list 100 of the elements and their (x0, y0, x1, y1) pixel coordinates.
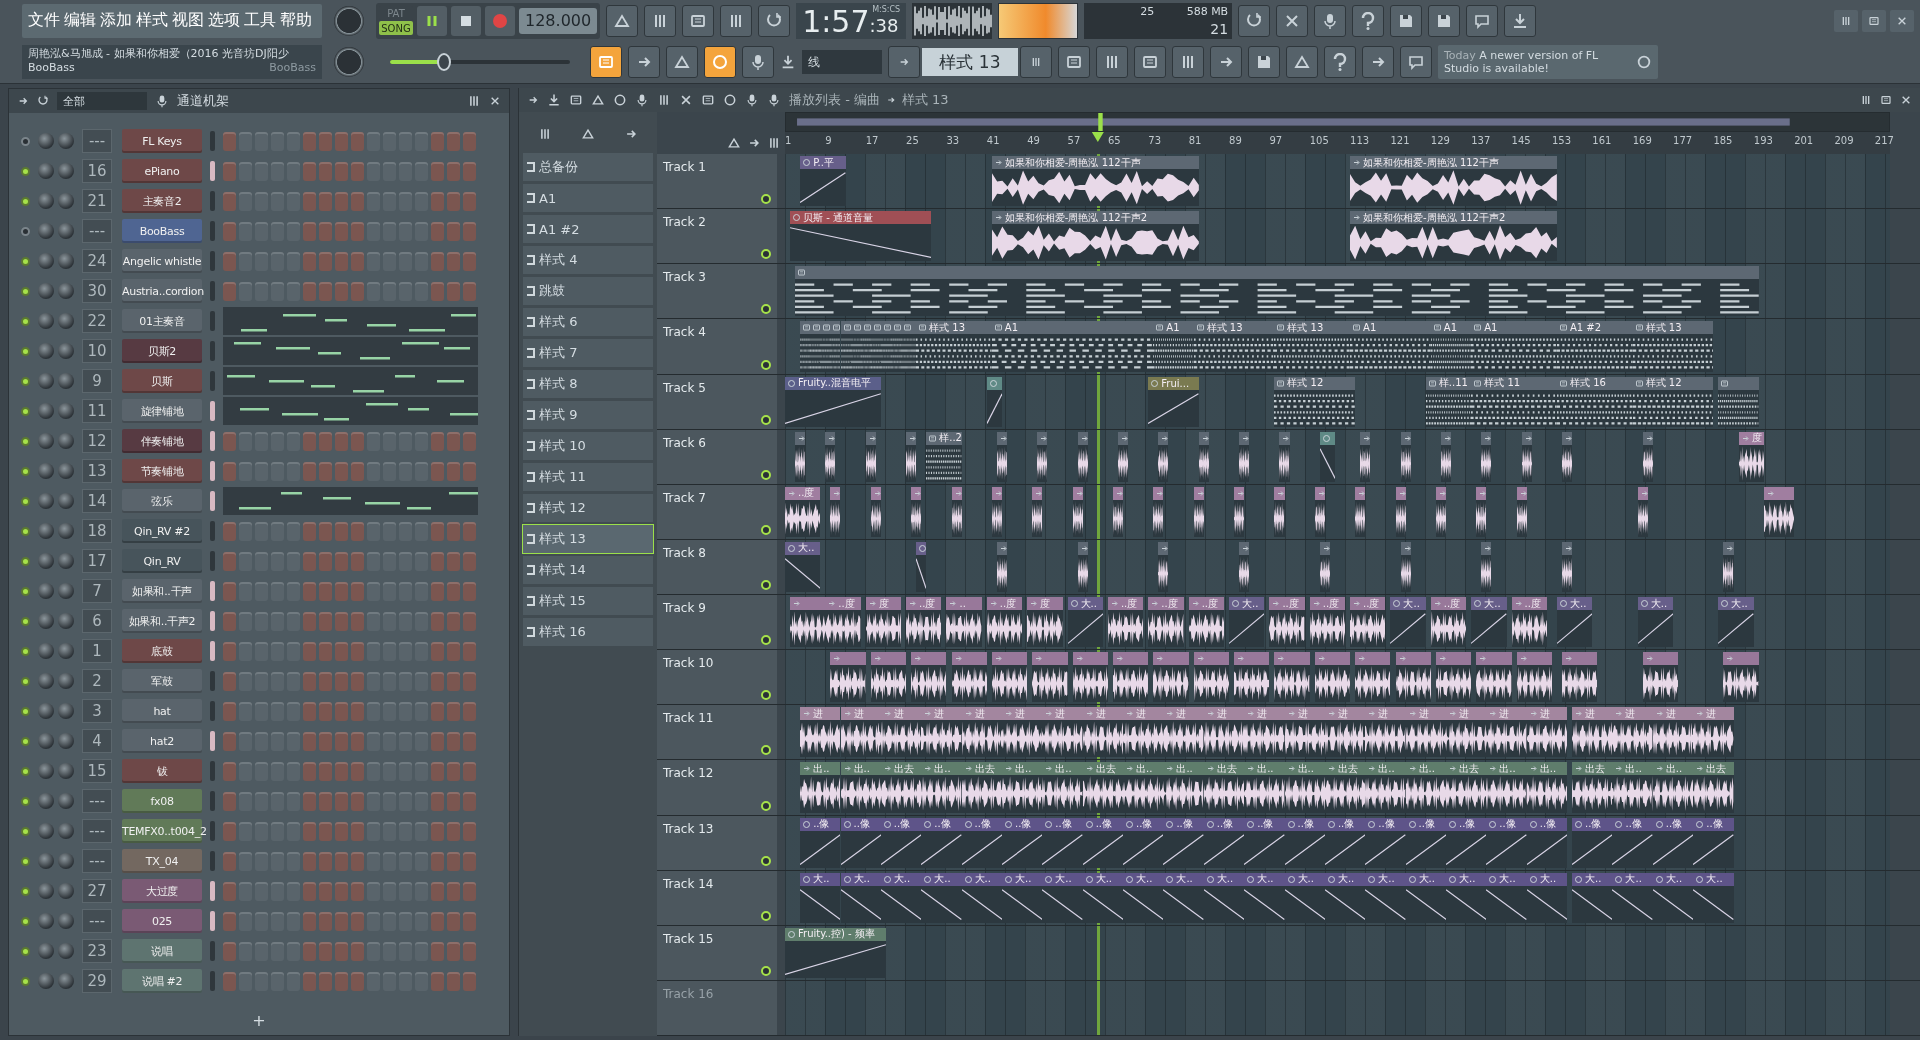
track-header[interactable]: Track 4 (657, 319, 777, 374)
channel-button[interactable]: 军鼓 (122, 669, 202, 693)
channel-button[interactable]: hat2 (122, 729, 202, 753)
channel-button[interactable]: 如果和..干声 (122, 579, 202, 603)
menu-item[interactable]: 文件 (28, 10, 60, 32)
channel-button[interactable]: ePiano (122, 159, 202, 183)
menu-item[interactable]: 帮助 (280, 10, 312, 32)
track-header[interactable]: Track 9 (657, 595, 777, 650)
filter-dropdown[interactable]: 全部 (57, 92, 147, 110)
channel-button[interactable]: Qin_RV #2 (122, 519, 202, 543)
channel-button[interactable]: 贝斯2 (122, 339, 202, 363)
track-header[interactable]: Track 12 (657, 760, 777, 815)
track-header[interactable]: Track 5 (657, 374, 777, 429)
channel-button[interactable]: 旋律铺地 (122, 399, 202, 423)
mixer-track-field[interactable]: --- (82, 819, 112, 843)
channel-button[interactable]: 如果和..干声2 (122, 609, 202, 633)
mixer-track-field[interactable]: 15 (82, 759, 112, 783)
channel-button[interactable]: fx08 (122, 789, 202, 813)
track-header[interactable]: Track 15 (657, 925, 777, 980)
mixer-track-field[interactable]: --- (82, 909, 112, 933)
menu-item[interactable]: 编辑 (64, 10, 96, 32)
channel-button[interactable]: 大过度 (122, 879, 202, 903)
mixer-track-field[interactable]: 12 (82, 429, 112, 453)
pattern-item[interactable]: 样式 15 (523, 587, 653, 615)
channel-button[interactable]: Qin_RV (122, 549, 202, 573)
channel-button[interactable]: 底鼓 (122, 639, 202, 663)
mixer-track-field[interactable]: 17 (82, 549, 112, 573)
channel-button[interactable]: 伴奏铺地 (122, 429, 202, 453)
mixer-track-field[interactable]: 22 (82, 309, 112, 333)
pattern-item[interactable]: 样式 14 (523, 556, 653, 584)
track-header[interactable]: Track 14 (657, 870, 777, 925)
menu-item[interactable]: 工具 (244, 10, 276, 32)
mixer-track-field[interactable]: 24 (82, 249, 112, 273)
track-header[interactable]: Track 13 (657, 815, 777, 870)
track-header[interactable]: Track 2 (657, 209, 777, 264)
pattern-item[interactable]: 样式 9 (523, 401, 653, 429)
mixer-track-field[interactable]: --- (82, 219, 112, 243)
pattern-item[interactable]: A1 #2 (523, 215, 653, 243)
pattern-selector[interactable]: 样式 13 (922, 48, 1018, 77)
menu-item[interactable]: 样式 (136, 10, 168, 32)
mixer-track-field[interactable]: 13 (82, 459, 112, 483)
mixer-track-field[interactable]: --- (82, 789, 112, 813)
mixer-track-field[interactable]: 10 (82, 339, 112, 363)
channel-button[interactable]: 01主奏音 (122, 309, 202, 333)
channel-button[interactable]: 弦乐 (122, 489, 202, 513)
channel-button[interactable]: hat (122, 699, 202, 723)
mixer-track-field[interactable]: 27 (82, 879, 112, 903)
pattern-item[interactable]: 样式 8 (523, 370, 653, 398)
channel-button[interactable]: BooBass (122, 219, 202, 243)
pattern-item[interactable]: 总备份 (523, 153, 653, 181)
channel-button[interactable]: 主奏音2 (122, 189, 202, 213)
channel-button[interactable]: TX_04 (122, 849, 202, 873)
channel-button[interactable]: Austria..cordion (122, 279, 202, 303)
mixer-track-field[interactable]: 16 (82, 159, 112, 183)
pattern-item[interactable]: 样式 10 (523, 432, 653, 460)
mixer-track-field[interactable]: 2 (82, 669, 112, 693)
pattern-item[interactable]: 样式 4 (523, 246, 653, 274)
pattern-item[interactable]: A1 (523, 184, 653, 212)
track-header[interactable]: Track 7 (657, 484, 777, 539)
mixer-track-field[interactable]: 29 (82, 969, 112, 993)
pattern-item[interactable]: 跳鼓 (523, 277, 653, 305)
pattern-item[interactable]: 样式 7 (523, 339, 653, 367)
menu-item[interactable]: 添加 (100, 10, 132, 32)
mixer-track-field[interactable]: 30 (82, 279, 112, 303)
mixer-track-field[interactable]: 21 (82, 189, 112, 213)
channel-button[interactable]: 025 (122, 909, 202, 933)
news-text[interactable]: Today A newer version of FL Studio is available! (1444, 49, 1630, 76)
mixer-track-field[interactable]: 4 (82, 729, 112, 753)
channel-button[interactable]: 节奏铺地 (122, 459, 202, 483)
tempo-field[interactable]: 128.000 (519, 7, 598, 34)
track-header[interactable]: Track 3 (657, 264, 777, 319)
track-header[interactable]: Track 6 (657, 429, 777, 484)
channel-button[interactable]: FL Keys (122, 129, 202, 153)
channel-button[interactable]: 贝斯 (122, 369, 202, 393)
mixer-track-field[interactable]: 1 (82, 639, 112, 663)
track-header[interactable]: Track 8 (657, 539, 777, 594)
channel-button[interactable]: 钹 (122, 759, 202, 783)
mixer-track-field[interactable]: 7 (82, 579, 112, 603)
pattern-item[interactable]: 样式 6 (523, 308, 653, 336)
mixer-track-field[interactable]: 14 (82, 489, 112, 513)
channel-button[interactable]: 说唱 (122, 939, 202, 963)
add-channel-button[interactable]: + (252, 1010, 266, 1030)
pattern-item[interactable]: 样式 11 (523, 463, 653, 491)
mixer-track-field[interactable]: 9 (82, 369, 112, 393)
pattern-item[interactable]: 样式 13 (523, 525, 653, 553)
menu-item[interactable]: 视图 (172, 10, 204, 32)
track-header[interactable]: Track 1 (657, 154, 777, 209)
track-header[interactable]: Track 11 (657, 705, 777, 760)
channel-button[interactable]: 说唱 #2 (122, 969, 202, 993)
mixer-track-field[interactable]: 6 (82, 609, 112, 633)
mixer-track-field[interactable]: 3 (82, 699, 112, 723)
mixer-track-field[interactable]: 11 (82, 399, 112, 423)
menu-item[interactable]: 选项 (208, 10, 240, 32)
channel-button[interactable]: Angelic whistle (122, 249, 202, 273)
mixer-track-field[interactable]: --- (82, 129, 112, 153)
mode-toggle[interactable]: SONG (379, 21, 413, 36)
pattern-item[interactable]: 样式 12 (523, 494, 653, 522)
pattern-item[interactable]: 样式 16 (523, 618, 653, 646)
mixer-track-field[interactable]: --- (82, 849, 112, 873)
track-header[interactable]: Track 10 (657, 650, 777, 705)
